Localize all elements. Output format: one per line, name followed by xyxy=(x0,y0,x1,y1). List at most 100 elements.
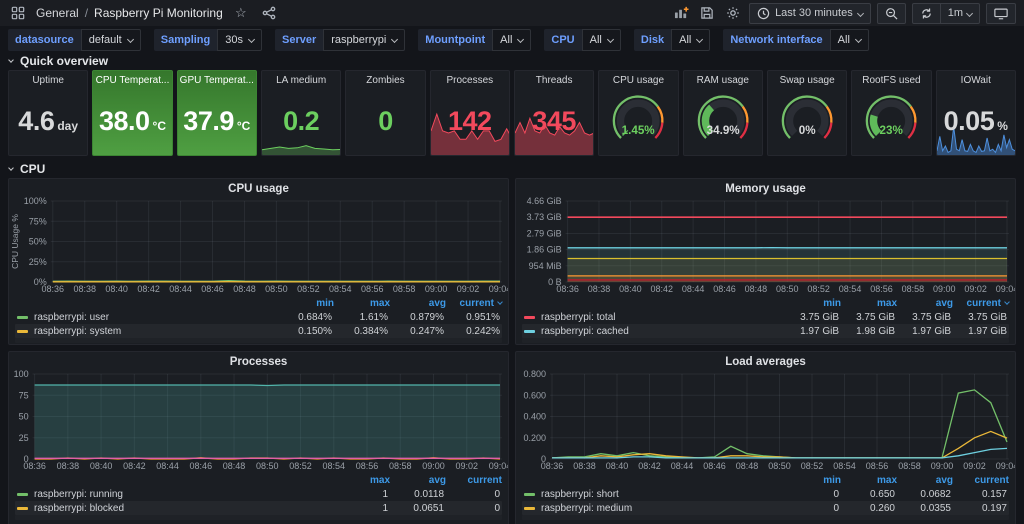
legend-value: 0.879% xyxy=(388,312,444,323)
legend-series-toggle[interactable]: raspberrypi: medium xyxy=(524,503,783,514)
variable-label: Disk xyxy=(634,29,671,51)
legend-row-raspberrypi-medium: raspberrypi: medium00.2600.03550.197 xyxy=(522,501,1009,515)
legend-row-raspberrypi-system: raspberrypi: system0.150%0.384%0.247%0.2… xyxy=(15,324,502,338)
legend-sort-max[interactable]: max xyxy=(841,475,897,486)
svg-text:09:02: 09:02 xyxy=(963,461,986,471)
legend-sort-max[interactable]: max xyxy=(334,475,390,486)
legend-value: 0 xyxy=(783,503,839,514)
panel-title[interactable]: GPU Temperat... xyxy=(178,71,256,86)
svg-text:23%: 23% xyxy=(880,124,904,137)
svg-text:08:40: 08:40 xyxy=(90,461,113,471)
share-icon[interactable] xyxy=(259,3,279,23)
series-color-swatch xyxy=(524,507,535,510)
top-navbar: General / Raspberry Pi Monitoring ☆ Last… xyxy=(0,0,1024,26)
zoom-out-time-button[interactable] xyxy=(877,3,906,24)
legend-sort-avg[interactable]: avg xyxy=(897,475,953,486)
refresh-interval-label: 1m xyxy=(948,7,963,19)
time-range-picker[interactable]: Last 30 minutes xyxy=(749,3,871,24)
legend-sort-max[interactable]: max xyxy=(334,298,390,309)
magnifier-minus-icon xyxy=(885,7,898,20)
cpu-usage-plot[interactable]: 0%25%50%75%100%08:3608:3808:4008:4208:44… xyxy=(9,196,508,295)
legend-sort-min[interactable]: min xyxy=(785,475,841,486)
settings-gear-icon[interactable] xyxy=(723,3,743,23)
legend-series-toggle[interactable]: raspberrypi: user xyxy=(17,312,276,323)
processes-plot[interactable]: 025507510008:3608:3808:4008:4208:4408:46… xyxy=(9,369,508,472)
kiosk-tv-button[interactable] xyxy=(986,3,1016,24)
stat-value: 0.05% xyxy=(937,87,1015,155)
variable-value-dropdown[interactable]: default xyxy=(81,29,141,51)
star-icon[interactable]: ☆ xyxy=(231,3,251,23)
stat-panel-rootfs-used: RootFS used 23% xyxy=(851,70,931,156)
legend-series-toggle[interactable]: raspberrypi: cached xyxy=(524,326,783,337)
memory-usage-plot[interactable]: 0 B954 MiB1.86 GiB2.79 GiB3.73 GiB4.66 G… xyxy=(516,196,1015,295)
series-color-swatch xyxy=(524,316,535,319)
variable-value-dropdown[interactable]: All xyxy=(671,29,710,51)
panel-title[interactable]: RootFS used xyxy=(852,71,930,86)
legend-value: 0 xyxy=(444,489,500,500)
panel-title[interactable]: Uptime xyxy=(9,71,87,86)
legend-value: 1.98 GiB xyxy=(839,326,895,337)
panel-title[interactable]: RAM usage xyxy=(684,71,762,86)
svg-text:09:02: 09:02 xyxy=(964,284,987,294)
chevron-down-icon xyxy=(8,165,14,171)
refresh-button[interactable] xyxy=(913,4,940,23)
legend-series-toggle[interactable]: raspberrypi: blocked xyxy=(17,503,332,514)
panel-title[interactable]: CPU Temperat... xyxy=(93,71,171,86)
panel-title[interactable]: CPU usage xyxy=(599,71,677,86)
panel-title[interactable]: Load averages xyxy=(516,352,1015,369)
variable-value-dropdown[interactable]: All xyxy=(830,29,869,51)
legend-sort-current[interactable]: current xyxy=(953,298,1009,309)
series-color-swatch xyxy=(17,330,28,333)
grafana-dashboard: General / Raspberry Pi Monitoring ☆ Last… xyxy=(0,0,1024,524)
load-averages-plot[interactable]: 00.2000.4000.6000.80008:3608:3808:4008:4… xyxy=(516,369,1015,472)
panel-title[interactable]: Swap usage xyxy=(768,71,846,86)
legend-sort-current[interactable]: current xyxy=(446,475,502,486)
dashboards-grid-icon[interactable] xyxy=(8,3,28,23)
row-toggle-quick-overview[interactable]: Quick overview xyxy=(0,53,1024,68)
svg-text:08:46: 08:46 xyxy=(713,284,736,294)
panel-title[interactable]: CPU usage xyxy=(9,179,508,196)
panel-title[interactable]: IOWait xyxy=(937,71,1015,86)
panel-title[interactable]: LA medium xyxy=(262,71,340,86)
panel-title[interactable]: Processes xyxy=(431,71,509,86)
legend-sort-current[interactable]: current xyxy=(446,298,502,309)
legend-row-raspberrypi-user: raspberrypi: user0.684%1.61%0.879%0.951% xyxy=(15,310,502,324)
panel-title[interactable]: Memory usage xyxy=(516,179,1015,196)
svg-text:08:50: 08:50 xyxy=(776,284,799,294)
variable-value-dropdown[interactable]: 30s xyxy=(217,29,262,51)
variable-value-dropdown[interactable]: raspberrypi xyxy=(323,29,405,51)
variable-disk: DiskAll xyxy=(634,29,710,51)
legend-sort-min[interactable]: min xyxy=(278,298,334,309)
legend-series-toggle[interactable]: raspberrypi: total xyxy=(524,312,783,323)
svg-text:08:36: 08:36 xyxy=(541,461,564,471)
legend-sort-min[interactable]: min xyxy=(785,298,841,309)
legend-row-clipped xyxy=(15,338,502,343)
legend-sort-avg[interactable]: avg xyxy=(390,475,446,486)
svg-text:08:36: 08:36 xyxy=(556,284,579,294)
legend-series-toggle[interactable]: raspberrypi: running xyxy=(17,489,332,500)
legend-sort-avg[interactable]: avg xyxy=(390,298,446,309)
legend-sort-max[interactable]: max xyxy=(841,298,897,309)
save-dashboard-icon[interactable] xyxy=(697,3,717,23)
variable-value-dropdown[interactable]: All xyxy=(492,29,531,51)
variable-label: datasource xyxy=(8,29,81,51)
variable-value-dropdown[interactable]: All xyxy=(582,29,621,51)
panel-title[interactable]: Zombies xyxy=(346,71,424,86)
legend-sort-current[interactable]: current xyxy=(953,475,1009,486)
svg-text:25%: 25% xyxy=(29,257,47,267)
legend-sort-avg[interactable]: avg xyxy=(897,298,953,309)
refresh-interval-dropdown[interactable]: 1m xyxy=(940,4,979,23)
panel-title[interactable]: Processes xyxy=(9,352,508,369)
breadcrumb-section[interactable]: General xyxy=(36,6,79,20)
add-panel-icon[interactable] xyxy=(671,3,691,23)
legend-value: 3.75 GiB xyxy=(951,312,1007,323)
svg-text:09:04: 09:04 xyxy=(996,284,1015,294)
panel-title[interactable]: Threads xyxy=(515,71,593,86)
variable-mountpoint: MountpointAll xyxy=(418,29,531,51)
legend-value: 0.650 xyxy=(839,489,895,500)
legend-series-toggle[interactable]: raspberrypi: short xyxy=(524,489,783,500)
stat-panel-ram-usage: RAM usage34.9% xyxy=(683,70,763,156)
legend-value: 0.150% xyxy=(276,326,332,337)
legend-series-toggle[interactable]: raspberrypi: system xyxy=(17,326,276,337)
row-toggle-cpu[interactable]: CPU xyxy=(0,161,1024,176)
